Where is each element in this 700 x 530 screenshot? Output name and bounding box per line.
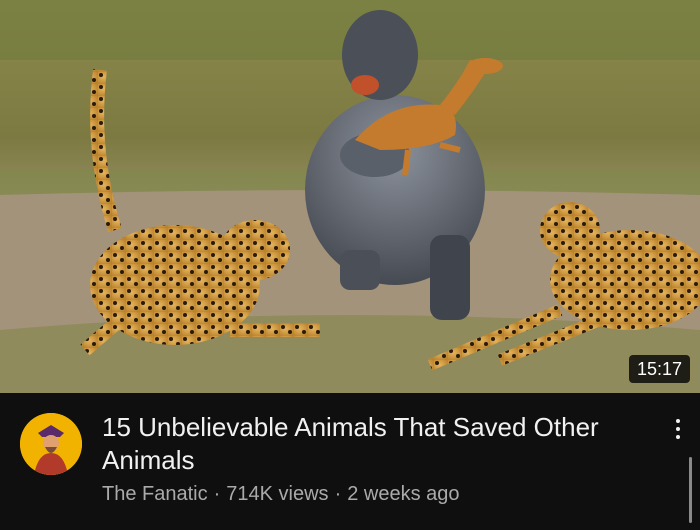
meta-separator: ·: [334, 483, 342, 505]
video-title[interactable]: 15 Unbelievable Animals That Saved Other…: [102, 411, 622, 477]
video-info[interactable]: 15 Unbelievable Animals That Saved Other…: [0, 393, 700, 530]
video-thumbnail[interactable]: 15:17: [0, 0, 700, 393]
channel-avatar[interactable]: [20, 413, 82, 475]
video-meta: The Fanatic · 714K views · 2 weeks ago: [102, 481, 460, 507]
meta-separator: ·: [213, 483, 221, 505]
channel-name[interactable]: The Fanatic: [102, 483, 208, 505]
thumbnail-image: [0, 0, 700, 393]
video-card[interactable]: 15:17 15 Unbelievable Animals That Saved…: [0, 0, 700, 530]
more-vertical-icon[interactable]: [668, 413, 688, 445]
scrollbar[interactable]: [689, 457, 692, 523]
view-count: 714K views: [226, 483, 329, 505]
avatar-icon: [20, 413, 82, 475]
upload-age: 2 weeks ago: [347, 483, 460, 505]
duration-badge: 15:17: [628, 355, 690, 383]
